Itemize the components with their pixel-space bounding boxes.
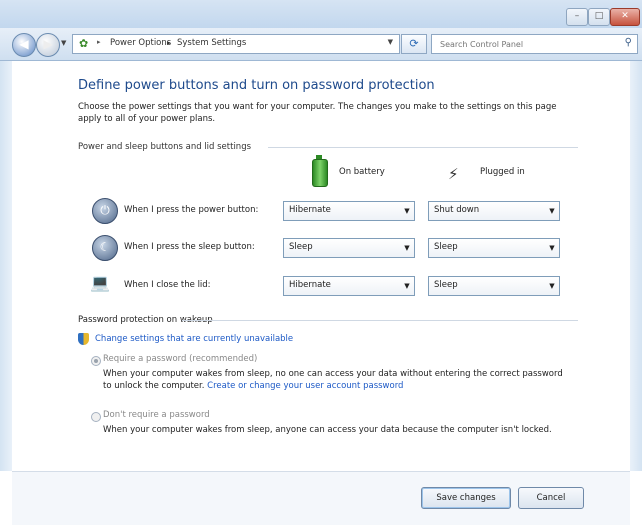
- chevron-down-icon[interactable]: ▼: [400, 277, 414, 295]
- breadcrumb-separator[interactable]: ▸: [167, 39, 171, 47]
- row-label-close-lid: When I close the lid:: [124, 280, 211, 290]
- maximize-button[interactable]: □: [588, 8, 610, 26]
- section-heading: Power and sleep buttons and lid settings: [78, 142, 252, 152]
- address-bar[interactable]: ✿ ▸ Power Options ▸ System Settings ▼: [72, 34, 400, 54]
- chevron-down-icon[interactable]: ▼: [545, 202, 559, 220]
- laptop-lid-icon: 💻: [90, 273, 110, 292]
- select-value: Hibernate: [289, 205, 331, 215]
- control-panel-icon: ✿: [79, 37, 89, 50]
- search-input[interactable]: [438, 37, 612, 52]
- select-value: Sleep: [434, 242, 458, 252]
- save-changes-button[interactable]: Save changes: [421, 487, 511, 509]
- select-value: Sleep: [434, 280, 458, 290]
- refresh-icon[interactable]: ⟳: [401, 34, 427, 54]
- dont-require-password-description: When your computer wakes from sleep, any…: [103, 425, 552, 435]
- sleep-button-plugged-select[interactable]: Sleep ▼: [428, 238, 560, 258]
- row-label-sleep-button: When I press the sleep button:: [124, 242, 255, 252]
- cancel-button[interactable]: Cancel: [518, 487, 584, 509]
- chevron-down-icon[interactable]: ▼: [400, 202, 414, 220]
- change-unavailable-settings-link[interactable]: Change settings that are currently unava…: [95, 334, 293, 344]
- left-frame: [0, 61, 12, 471]
- power-button-plugged-select[interactable]: Shut down ▼: [428, 201, 560, 221]
- chevron-down-icon[interactable]: ▼: [400, 239, 414, 257]
- create-password-link[interactable]: Create or change your user account passw…: [207, 381, 403, 391]
- require-password-radio[interactable]: [91, 356, 101, 366]
- require-password-label[interactable]: Require a password (recommended): [103, 354, 257, 364]
- navigation-bar: ◀ ▶ ▼ ✿ ▸ Power Options ▸ System Setting…: [0, 28, 642, 61]
- select-value: Shut down: [434, 205, 480, 215]
- chevron-down-icon[interactable]: ▼: [545, 277, 559, 295]
- minimize-button[interactable]: –: [566, 8, 588, 26]
- select-value: Hibernate: [289, 280, 331, 290]
- address-dropdown-icon[interactable]: ▼: [388, 38, 393, 46]
- sleep-button-icon: ☾: [92, 235, 118, 261]
- column-on-battery: On battery: [339, 167, 385, 177]
- divider: [182, 320, 578, 321]
- back-arrow-icon[interactable]: ◀: [12, 33, 36, 57]
- close-lid-plugged-select[interactable]: Sleep ▼: [428, 276, 560, 296]
- select-value: Sleep: [289, 242, 313, 252]
- right-frame: [630, 61, 642, 471]
- divider: [268, 147, 578, 148]
- breadcrumb-power-options[interactable]: Power Options: [110, 38, 171, 48]
- breadcrumb-system-settings[interactable]: System Settings: [177, 38, 246, 48]
- recent-pages-dropdown-icon[interactable]: ▼: [61, 39, 66, 47]
- battery-icon: [312, 159, 328, 187]
- control-panel-window: – □ ✕ ◀ ▶ ▼ ✿ ▸ Power Options ▸ System S…: [0, 0, 642, 525]
- require-password-description: When your computer wakes from sleep, no …: [103, 368, 573, 392]
- close-button[interactable]: ✕: [610, 8, 640, 26]
- chevron-right-icon[interactable]: ▸: [97, 38, 101, 46]
- magnifier-icon[interactable]: ⚲: [625, 37, 632, 48]
- power-button-icon: ⏻: [92, 198, 118, 224]
- page-description: Choose the power settings that you want …: [78, 102, 557, 124]
- page-title: Define power buttons and turn on passwor…: [78, 78, 435, 93]
- chevron-down-icon[interactable]: ▼: [545, 239, 559, 257]
- dont-require-password-label[interactable]: Don't require a password: [103, 410, 210, 420]
- close-lid-battery-select[interactable]: Hibernate ▼: [283, 276, 415, 296]
- forward-arrow-icon[interactable]: ▶: [36, 33, 60, 57]
- search-box[interactable]: ⚲: [431, 34, 638, 54]
- column-plugged-in: Plugged in: [480, 167, 525, 177]
- uac-shield-icon: [78, 333, 89, 345]
- plug-icon: ⚡: [448, 165, 459, 183]
- title-bar: – □ ✕: [0, 0, 642, 29]
- power-button-battery-select[interactable]: Hibernate ▼: [283, 201, 415, 221]
- dont-require-password-radio[interactable]: [91, 412, 101, 422]
- row-label-power-button: When I press the power button:: [124, 205, 259, 215]
- sleep-button-battery-select[interactable]: Sleep ▼: [283, 238, 415, 258]
